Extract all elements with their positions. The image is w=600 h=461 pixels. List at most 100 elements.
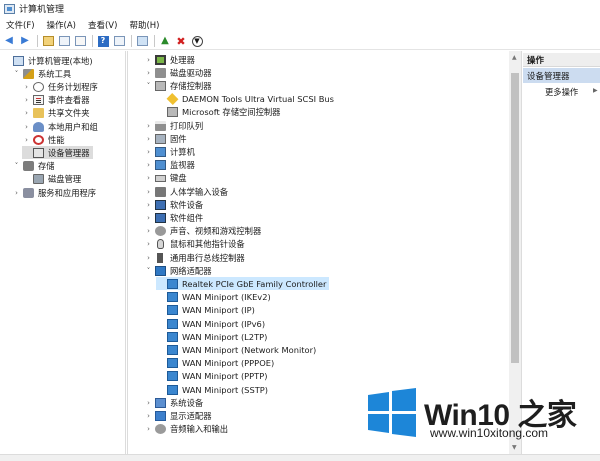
chevron-right-icon[interactable]: › [144,69,153,77]
device-tree-item[interactable]: › 磁盘驱动器 [144,66,212,79]
device-tree-item[interactable]: WAN Miniport (L2TP) [156,330,267,343]
keyboard-icon [155,174,166,182]
device-tree-item-label: 显示适配器 [170,410,212,421]
chevron-right-icon[interactable]: › [22,109,31,117]
nav-tree-item[interactable]: › 服务和应用程序 [12,186,96,199]
chevron-down-icon[interactable]: ˅ [12,162,21,170]
title-bar: 计算机管理 [0,0,600,17]
up-folder-icon[interactable] [41,34,55,48]
nav-tree-item[interactable]: 磁盘管理 [22,173,81,186]
chevron-right-icon[interactable]: › [144,188,153,196]
device-tree-item[interactable]: › 处理器 [144,53,195,66]
properties-icon[interactable] [73,34,87,48]
device-tree-item[interactable]: › 固件 [144,132,187,145]
device-tree-item[interactable]: › 鼠标和其他指针设备 [144,238,245,251]
device-tree-item[interactable]: WAN Miniport (IPv6) [156,317,265,330]
scroll-up-icon[interactable]: ▲ [512,54,517,61]
chevron-right-icon[interactable]: › [144,56,153,64]
device-tree-item[interactable]: › 打印队列 [144,119,203,132]
forward-arrow-icon[interactable]: ▶ [18,34,32,48]
device-tree-item[interactable]: WAN Miniport (Network Monitor) [156,343,316,356]
chevron-right-icon[interactable]: › [144,227,153,235]
chevron-right-icon[interactable]: › [144,148,153,156]
chevron-right-icon[interactable]: › [22,123,31,131]
nav-tree-item[interactable]: › 本地用户和组 [22,120,98,133]
firmware-icon [155,133,166,144]
nav-tree-item[interactable]: › 任务计划程序 [22,80,98,93]
device-tree-item[interactable]: WAN Miniport (PPTP) [156,370,268,383]
device-tree-item[interactable]: › 显示适配器 [144,409,212,422]
more-actions-link[interactable]: 更多操作 [545,86,578,98]
back-arrow-icon[interactable]: ◀ [2,34,16,48]
chevron-right-icon[interactable]: › [144,135,153,143]
device-tree-item[interactable]: WAN Miniport (PPPOE) [156,357,274,370]
nav-tree-item[interactable]: 计算机管理(本地) [2,54,93,67]
device-tree-item[interactable]: › 通用串行总线控制器 [144,251,245,264]
chevron-right-icon[interactable]: › [144,174,153,182]
nav-tree-item[interactable]: ˅ 系统工具 [12,67,71,80]
device-tree-item[interactable]: › 声音、视频和游戏控制器 [144,225,261,238]
device-tree-item[interactable]: › 系统设备 [144,396,203,409]
chevron-right-icon[interactable]: › [144,254,153,262]
disable-device-icon[interactable]: ▼ [190,34,204,48]
device-tree-item[interactable]: ˅ 存储控制器 [144,79,212,92]
scan-hardware-icon[interactable] [135,34,149,48]
chevron-right-icon[interactable]: › [22,83,31,91]
device-tree-item[interactable]: DAEMON Tools Ultra Virtual SCSI Bus [156,93,334,106]
device-tree-item[interactable]: ˅ 网络适配器 [144,264,212,277]
menu-file[interactable]: 文件(F) [6,19,35,31]
device-tree-item[interactable]: Realtek PCIe GbE Family Controller [156,277,330,291]
nav-tree-item[interactable]: 设备管理器 [22,146,93,160]
update-driver-icon[interactable]: ▲ [158,34,172,48]
device-tree-item[interactable]: WAN Miniport (IKEv2) [156,291,271,304]
device-tree-item-label: DAEMON Tools Ultra Virtual SCSI Bus [182,94,334,105]
device-tree-item[interactable]: WAN Miniport (IP) [156,304,255,317]
show-hide-tree-icon[interactable] [57,34,71,48]
network-card-icon [167,331,178,342]
device-tree-item[interactable]: › 音频输入和输出 [144,423,228,436]
help-icon[interactable]: ? [96,34,110,48]
menu-view[interactable]: 查看(V) [88,19,117,31]
chevron-right-icon[interactable]: › [144,412,153,420]
chevron-down-icon[interactable]: ˅ [144,82,153,90]
device-tree-item-label: 软件设备 [170,199,204,210]
device-tree-item[interactable]: › 软件组件 [144,211,203,224]
device-tree-item[interactable]: › 计算机 [144,145,195,158]
chevron-right-icon[interactable]: › [144,201,153,209]
chevron-right-icon[interactable]: › [144,214,153,222]
chevron-right-icon[interactable]: › [144,161,153,169]
chevron-down-icon[interactable]: ˅ [144,267,153,275]
device-tree-item[interactable]: WAN Miniport (SSTP) [156,383,268,396]
device-tree-item[interactable]: Microsoft 存储空间控制器 [156,106,280,119]
chevron-right-icon[interactable]: › [144,240,153,248]
toolbar-divider [154,35,155,47]
show-action-pane-icon[interactable] [112,34,126,48]
device-tree-item[interactable]: › 软件设备 [144,198,203,211]
chevron-right-icon[interactable]: › [22,96,31,104]
chevron-right-icon[interactable]: › [144,425,153,433]
nav-tree-item-label: 服务和应用程序 [38,187,97,198]
chevron-down-icon[interactable]: ˅ [12,70,21,78]
menu-help[interactable]: 帮助(H) [129,19,159,31]
nav-tree-item-label: 磁盘管理 [48,174,82,185]
scroll-thumb[interactable] [511,73,519,363]
network-card-icon [167,371,178,382]
device-tree-item-label: WAN Miniport (Network Monitor) [182,344,317,355]
chevron-right-icon[interactable]: › [144,399,153,407]
actions-section-device-manager[interactable]: 设备管理器 [523,68,600,83]
network-card-icon [167,344,178,355]
device-tree-item[interactable]: › 键盘 [144,172,187,185]
nav-tree-item[interactable]: › 共享文件夹 [22,107,90,120]
chevron-right-icon[interactable]: › [144,122,153,130]
nav-tree-item[interactable]: › 性能 [22,133,65,146]
chevron-right-icon[interactable]: › [22,136,31,144]
device-tree-item[interactable]: › 监视器 [144,159,195,172]
printer-icon [155,120,166,131]
nav-tree-item[interactable]: › 事件查看器 [22,94,90,107]
monitor-icon [155,160,166,171]
uninstall-device-icon[interactable]: ✖ [174,34,188,48]
chevron-right-icon[interactable]: › [12,189,21,197]
device-tree-item[interactable]: › 人体学输入设备 [144,185,228,198]
menu-action[interactable]: 操作(A) [47,19,76,31]
nav-tree-item[interactable]: ˅ 存储 [12,160,55,173]
